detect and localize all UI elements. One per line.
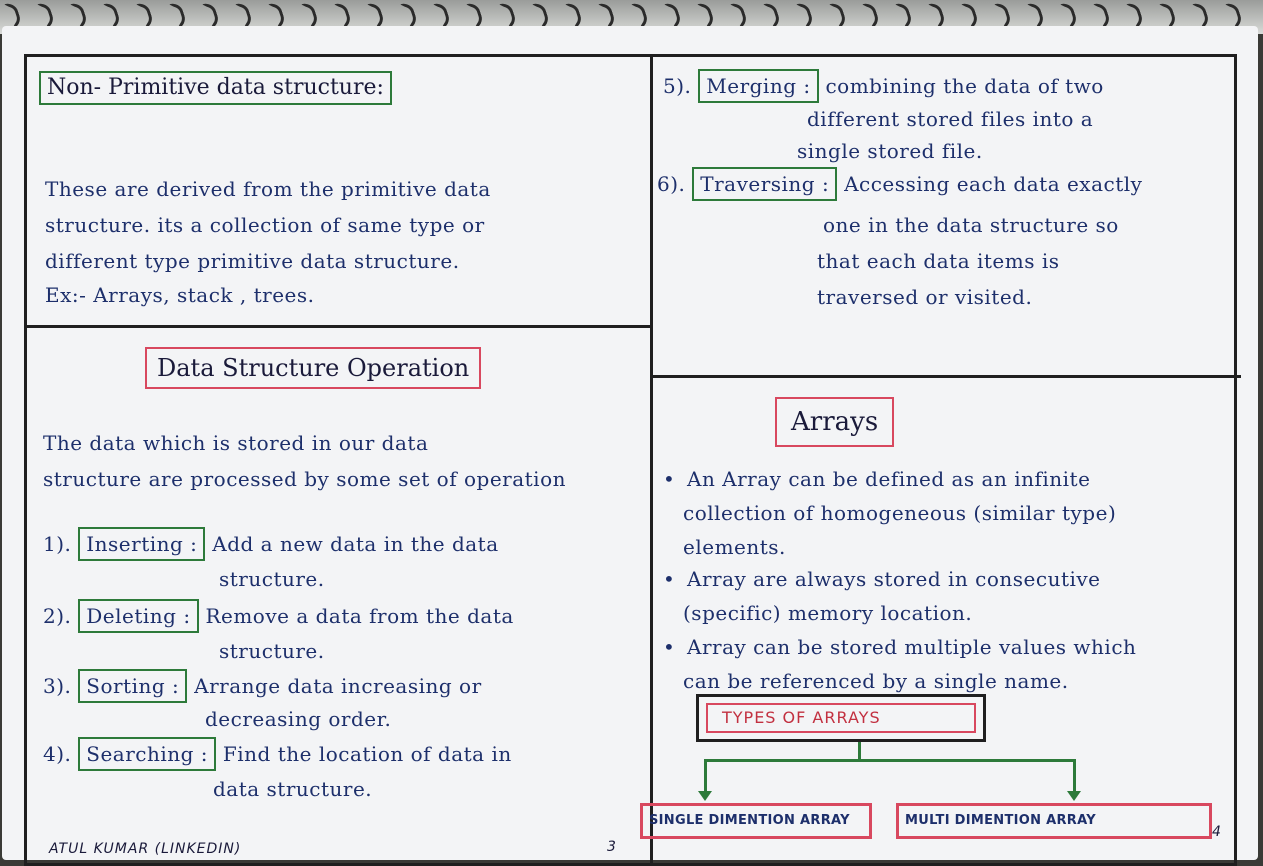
spiral-coil	[895, 0, 914, 30]
arrays-bullet-1: An Array can be defined as an infinite	[663, 465, 1090, 493]
op-deleting-cont: structure.	[219, 639, 325, 663]
types-of-arrays-box: TYPES OF ARRAYS	[696, 694, 986, 742]
spiral-coil	[961, 0, 980, 30]
spiral-coil	[631, 0, 650, 30]
spiral-coil	[334, 0, 353, 30]
spiral-coil	[664, 0, 683, 30]
operation-intro-2: structure are processed by some set of o…	[43, 467, 566, 491]
spiral-coil	[862, 0, 881, 30]
op-merging: 5). Merging : combining the data of two	[663, 69, 1104, 103]
spiral-coil	[1192, 0, 1211, 30]
op-sorting-cont: decreasing order.	[205, 707, 392, 731]
spiral-coil	[103, 0, 122, 30]
page-number-right: 4	[1212, 824, 1222, 840]
tree-connector-right	[1073, 761, 1076, 791]
author-credit: ATUL KUMAR (LINKEDIN)	[49, 841, 242, 857]
spiral-coil	[565, 0, 584, 30]
spiral-coil	[697, 0, 716, 30]
non-primitive-line-2: structure. its a collection of same type…	[45, 213, 485, 237]
tree-connector-left	[704, 761, 707, 791]
arrays-bullet-2: Array are always stored in consecutive	[663, 565, 1101, 593]
arrow-down-icon	[698, 791, 712, 801]
spiral-coil	[400, 0, 419, 30]
op-traversing: 6). Traversing : Accessing each data exa…	[657, 167, 1142, 201]
spiral-coil	[829, 0, 848, 30]
arrays-bullet-2-cont: (specific) memory location.	[683, 601, 973, 625]
op-searching-cont: data structure.	[213, 777, 373, 801]
spiral-coil	[796, 0, 815, 30]
spiral-coil	[202, 0, 221, 30]
single-dimension-array-box: SINGLE DIMENTION ARRAY	[640, 803, 872, 839]
left-section-divider	[27, 325, 651, 328]
tree-connector-bar	[704, 759, 1076, 762]
types-of-arrays-title: TYPES OF ARRAYS	[706, 703, 976, 733]
spiral-coil	[1159, 0, 1178, 30]
spiral-coil	[169, 0, 188, 30]
spiral-coil	[598, 0, 617, 30]
op-inserting: 1). Inserting : Add a new data in the da…	[43, 527, 499, 561]
non-primitive-line-4: Ex:- Arrays, stack , trees.	[45, 283, 315, 307]
spiral-coil	[136, 0, 155, 30]
spiral-coil	[1225, 0, 1244, 30]
spiral-coil	[433, 0, 452, 30]
spiral-coil	[235, 0, 254, 30]
spiral-coil	[70, 0, 89, 30]
spiral-coil	[1027, 0, 1046, 30]
spiral-coil	[532, 0, 551, 30]
spiral-coil	[1060, 0, 1079, 30]
operation-heading: Data Structure Operation	[145, 347, 482, 389]
spiral-coil	[994, 0, 1013, 30]
op-traversing-cont-3: traversed or visited.	[817, 285, 1033, 309]
spiral-coil	[466, 0, 485, 30]
arrow-down-icon	[1067, 791, 1081, 801]
page-number-left: 3	[607, 839, 617, 855]
spiral-coil	[4, 0, 23, 30]
arrays-bullet-3-cont: can be referenced by a single name.	[683, 669, 1069, 693]
spiral-coil	[367, 0, 386, 30]
op-merging-cont-1: different stored files into a	[807, 107, 1094, 131]
arrays-bullet-1-cont-2: elements.	[683, 535, 786, 559]
arrays-bullet-3: Array can be stored multiple values whic…	[663, 633, 1136, 661]
op-traversing-cont-1: one in the data structure so	[823, 213, 1119, 237]
op-merging-cont-2: single stored file.	[797, 139, 983, 163]
spiral-coil	[1093, 0, 1112, 30]
op-sorting: 3). Sorting : Arrange data increasing or	[43, 669, 482, 703]
non-primitive-line-1: These are derived from the primitive dat…	[45, 177, 491, 201]
column-divider	[650, 57, 653, 863]
operation-intro-1: The data which is stored in our data	[43, 431, 429, 455]
notebook-page: Non- Primitive data structure: These are…	[2, 26, 1258, 866]
spiral-coil	[268, 0, 287, 30]
spiral-coil	[499, 0, 518, 30]
non-primitive-heading: Non- Primitive data structure:	[39, 71, 392, 105]
tree-connector-stem	[858, 742, 861, 760]
spiral-coil	[301, 0, 320, 30]
spiral-coil	[928, 0, 947, 30]
op-traversing-cont-2: that each data items is	[817, 249, 1060, 273]
spiral-coil	[730, 0, 749, 30]
op-deleting: 2). Deleting : Remove a data from the da…	[43, 599, 514, 633]
spiral-coil	[763, 0, 782, 30]
spiral-coil	[37, 0, 56, 30]
arrays-heading: Arrays	[775, 397, 895, 447]
page-frame: Non- Primitive data structure: These are…	[24, 54, 1241, 866]
op-inserting-cont: structure.	[219, 567, 325, 591]
multi-dimension-array-box: MULTI DIMENTION ARRAY	[896, 803, 1212, 839]
arrays-bullet-1-cont-1: collection of homogeneous (similar type)	[683, 501, 1117, 525]
op-searching: 4). Searching : Find the location of dat…	[43, 737, 512, 771]
non-primitive-line-3: different type primitive data structure.	[45, 249, 460, 273]
right-section-divider	[651, 375, 1241, 378]
spiral-coil	[1126, 0, 1145, 30]
